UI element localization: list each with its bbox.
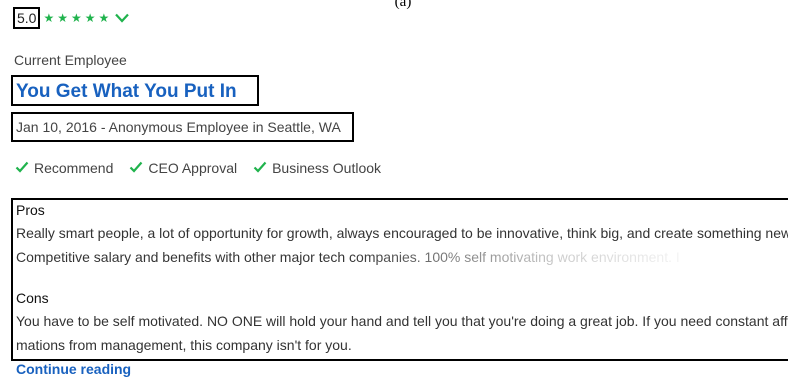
checkmark-icon xyxy=(15,160,34,176)
star-icon: ★ xyxy=(84,11,96,25)
review-title-link[interactable]: You Get What You Put In xyxy=(16,81,237,103)
approval-business-outlook: Business Outlook xyxy=(253,160,381,176)
cons-heading: Cons xyxy=(16,290,49,306)
star-icon: ★ xyxy=(43,11,55,25)
cons-line: You have to be self motivated. NO ONE wi… xyxy=(16,313,788,329)
approval-label: CEO Approval xyxy=(148,160,238,176)
rating-value: 5.0 xyxy=(13,7,41,29)
approval-ceo: CEO Approval xyxy=(129,160,237,176)
pros-line: Competitive salary and benefits with oth… xyxy=(16,249,680,265)
chevron-down-icon[interactable] xyxy=(115,13,130,23)
rating-row: 5.0 ★ ★ ★ ★ ★ xyxy=(13,7,130,29)
pros-heading: Pros xyxy=(16,202,45,218)
continue-reading-link[interactable]: Continue reading xyxy=(16,361,131,377)
star-icon: ★ xyxy=(57,11,68,25)
employee-status: Current Employee xyxy=(14,52,127,68)
cons-line: mations from management, this company is… xyxy=(16,337,352,353)
star-icon: ★ xyxy=(98,11,110,25)
approval-recommend: Recommend xyxy=(15,160,113,176)
pros-cons-box: Pros Really smart people, a lot of oppor… xyxy=(11,198,788,361)
checkmark-icon xyxy=(253,160,272,176)
star-icon: ★ xyxy=(71,11,82,25)
pros-line: Really smart people, a lot of opportunit… xyxy=(16,225,788,241)
figure-caption: (a) xyxy=(394,0,412,10)
rating-stars: ★ ★ ★ ★ ★ xyxy=(43,12,112,24)
checkmark-icon xyxy=(129,160,148,176)
review-meta-text: Jan 10, 2016 - Anonymous Employee in Sea… xyxy=(16,119,341,135)
approval-label: Business Outlook xyxy=(272,160,382,176)
approval-label: Recommend xyxy=(34,160,114,176)
review-meta: Jan 10, 2016 - Anonymous Employee in Sea… xyxy=(11,112,354,142)
approval-list: Recommend CEO Approval Business Outlook xyxy=(15,160,397,176)
